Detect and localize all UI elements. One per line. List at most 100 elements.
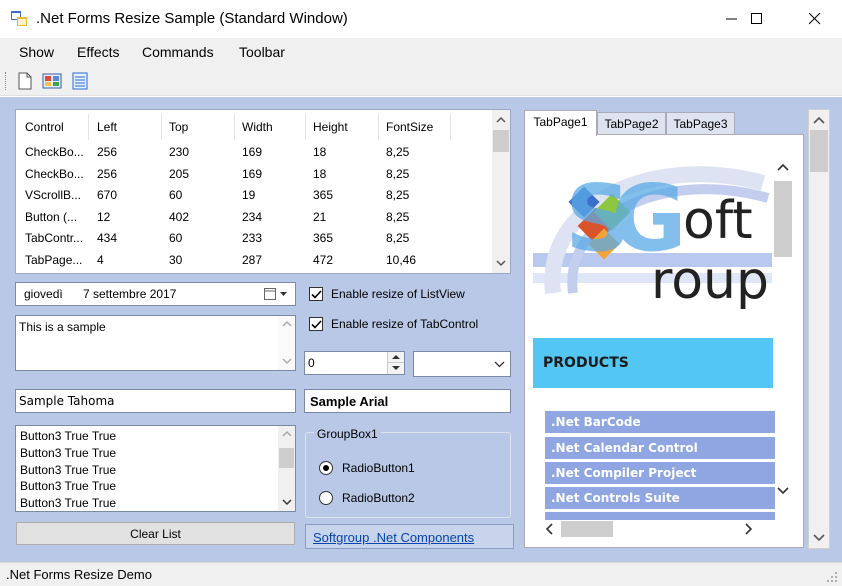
- softgroup-link[interactable]: Softgroup .Net Components: [313, 530, 474, 545]
- textbox-arial[interactable]: Sample Arial: [304, 389, 511, 413]
- form-vscrollbar[interactable]: [808, 109, 830, 549]
- tabpage-vscroll-thumb[interactable]: [774, 181, 792, 257]
- product-compiler-project[interactable]: .Net Compiler Project: [545, 462, 775, 484]
- listview-cell[interactable]: 365: [313, 231, 333, 245]
- listview-cell[interactable]: CheckBo...: [25, 145, 84, 159]
- product-controls-suite[interactable]: .Net Controls Suite: [545, 487, 775, 509]
- radio-button-2[interactable]: [319, 491, 333, 505]
- form-scroll-down-icon[interactable]: [813, 534, 825, 542]
- listview-cell[interactable]: 233: [242, 231, 262, 245]
- listbox-item[interactable]: Button3 True True: [20, 446, 116, 460]
- textarea-scroll-down-icon[interactable]: [282, 357, 292, 365]
- listview-cell[interactable]: 8,25: [386, 231, 409, 245]
- listbox-scroll-thumb[interactable]: [279, 448, 294, 468]
- column-fontsize[interactable]: FontSize: [386, 120, 433, 134]
- product-calendar-control[interactable]: .Net Calendar Control: [545, 437, 775, 459]
- listview-cell[interactable]: 19: [242, 188, 255, 202]
- maximize-button[interactable]: [734, 0, 780, 38]
- checkbox-resize-listview-label[interactable]: Enable resize of ListView: [331, 287, 465, 301]
- tabpage-scroll-right-icon[interactable]: [745, 523, 753, 535]
- menu-show[interactable]: Show: [19, 44, 54, 60]
- listview-cell[interactable]: 402: [169, 210, 189, 224]
- listview-cell[interactable]: 434: [97, 231, 117, 245]
- listview-scroll-thumb[interactable]: [493, 130, 509, 152]
- tabpage-scroll-left-icon[interactable]: [545, 523, 553, 535]
- product-barcode[interactable]: .Net BarCode: [545, 411, 775, 433]
- tabpage-scroll-up-icon[interactable]: [777, 163, 789, 171]
- radio-button-1-label[interactable]: RadioButton1: [342, 461, 415, 475]
- listview-cell[interactable]: 169: [242, 167, 262, 181]
- listbox-item[interactable]: Button3 True True: [20, 496, 116, 510]
- listbox-item[interactable]: Button3 True True: [20, 463, 116, 477]
- tab-page-3[interactable]: TabPage3: [666, 112, 735, 136]
- menu-effects[interactable]: Effects: [77, 44, 120, 60]
- date-picker[interactable]: giovedì 7 settembre 2017: [15, 282, 296, 306]
- listview-cell[interactable]: 256: [97, 145, 117, 159]
- listview-cell[interactable]: 205: [169, 167, 189, 181]
- listview-cell[interactable]: 10,46: [386, 253, 416, 267]
- clear-list-button[interactable]: Clear List: [16, 522, 295, 545]
- listview-cell[interactable]: 8,25: [386, 167, 409, 181]
- numeric-updown[interactable]: 0: [304, 351, 405, 375]
- checkbox-resize-tabcontrol[interactable]: [309, 317, 323, 331]
- listview-cell[interactable]: TabPage...: [25, 253, 82, 267]
- numeric-down-button[interactable]: [387, 363, 404, 374]
- scroll-up-icon[interactable]: [496, 116, 506, 124]
- tab-page-1[interactable]: TabPage1: [524, 110, 597, 136]
- sample-textarea[interactable]: This is a sample: [15, 315, 296, 371]
- column-left[interactable]: Left: [97, 120, 117, 134]
- listview-cell[interactable]: 21: [313, 210, 326, 224]
- column-top[interactable]: Top: [169, 120, 188, 134]
- calendar-dropdown-icon[interactable]: [264, 288, 290, 301]
- listview-cell[interactable]: 60: [169, 231, 182, 245]
- tabpage-scroll-down-icon[interactable]: [777, 487, 789, 495]
- radio-button-1[interactable]: [319, 461, 333, 475]
- controls-listview[interactable]: Control Left Top Width Height FontSize C…: [15, 109, 511, 274]
- listview-cell[interactable]: 8,25: [386, 210, 409, 224]
- textarea-scroll-up-icon[interactable]: [282, 320, 292, 328]
- listbox-scroll-down-icon[interactable]: [282, 498, 292, 506]
- scroll-down-icon[interactable]: [496, 259, 506, 267]
- tab-page-2[interactable]: TabPage2: [597, 112, 666, 136]
- image-gallery-button[interactable]: [41, 70, 63, 92]
- textbox-tahoma[interactable]: Sample Tahoma: [15, 389, 296, 413]
- tabpage-hscroll-thumb[interactable]: [561, 521, 613, 537]
- resize-grip-icon[interactable]: [826, 571, 838, 583]
- toolbar-grip[interactable]: [5, 72, 8, 90]
- listview-cell[interactable]: 4: [97, 253, 104, 267]
- form-scroll-up-icon[interactable]: [813, 116, 825, 124]
- listview-cell[interactable]: 234: [242, 210, 262, 224]
- listview-cell[interactable]: 8,25: [386, 188, 409, 202]
- column-control[interactable]: Control: [25, 120, 64, 134]
- listview-cell[interactable]: 670: [97, 188, 117, 202]
- textarea-scrollbar[interactable]: [278, 316, 295, 370]
- spreadsheet-button[interactable]: [69, 70, 91, 92]
- radio-button-2-label[interactable]: RadioButton2: [342, 491, 415, 505]
- new-document-button[interactable]: [14, 70, 36, 92]
- tabpage-vscrollbar[interactable]: [772, 155, 794, 515]
- listview-cell[interactable]: 18: [313, 167, 326, 181]
- listbox-item[interactable]: Button3 True True: [20, 429, 116, 443]
- listview-cell[interactable]: 169: [242, 145, 262, 159]
- numeric-up-button[interactable]: [387, 352, 404, 363]
- listbox-scroll-up-icon[interactable]: [282, 430, 292, 438]
- combo-box[interactable]: [413, 351, 511, 377]
- listbox-item[interactable]: Button3 True True: [20, 479, 116, 493]
- title-bar[interactable]: .Net Forms Resize Sample (Standard Windo…: [0, 0, 842, 38]
- menu-toolbar[interactable]: Toolbar: [239, 44, 285, 60]
- listview-cell[interactable]: 256: [97, 167, 117, 181]
- listbox[interactable]: Button3 True True Button3 True True Button…: [15, 425, 296, 512]
- close-button[interactable]: [792, 0, 838, 38]
- listview-cell[interactable]: 30: [169, 253, 182, 267]
- listview-cell[interactable]: 8,25: [386, 145, 409, 159]
- listview-cell[interactable]: Button (...: [25, 210, 77, 224]
- tabpage-hscrollbar[interactable]: [533, 518, 773, 540]
- listview-cell[interactable]: 12: [97, 210, 110, 224]
- chevron-down-icon[interactable]: [494, 361, 505, 368]
- listview-cell[interactable]: CheckBo...: [25, 167, 84, 181]
- listview-cell[interactable]: 60: [169, 188, 182, 202]
- menu-commands[interactable]: Commands: [142, 44, 214, 60]
- checkbox-resize-listview[interactable]: [309, 287, 323, 301]
- listview-cell[interactable]: TabContr...: [25, 231, 83, 245]
- listview-cell[interactable]: 230: [169, 145, 189, 159]
